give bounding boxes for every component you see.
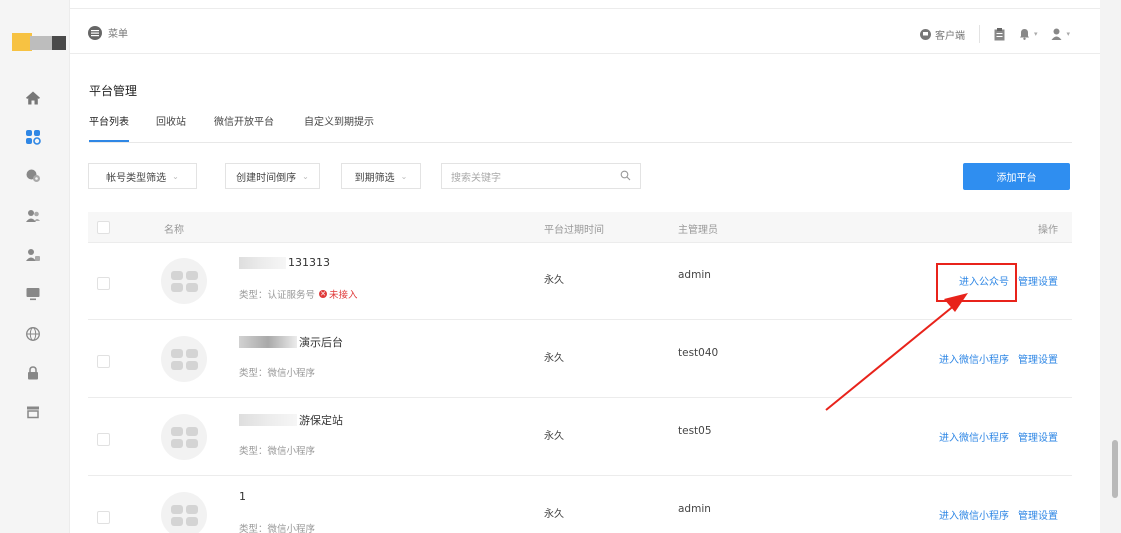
main-admin: test05 [678,425,712,437]
expire-filter-label: 到期筛选 [354,172,395,184]
user-menu-button[interactable]: ▾ [1051,28,1070,40]
expire-time: 永久 [544,275,564,286]
enter-platform-link[interactable]: 进入微信小程序 [939,351,1009,366]
store-icon[interactable] [24,403,42,421]
row-checkbox[interactable] [97,355,110,368]
platform-name: 1 [239,490,246,503]
bell-icon [1019,29,1029,40]
users-icon[interactable] [24,207,42,225]
top-bar: 菜单 客户端 ▾ ▾ [70,8,1100,54]
table-row: 131313 类型：认证服务号 ✕ 未接入 永久 admin 进入公众号 管理设置 [88,243,1072,320]
chevron-down-icon: ⌄ [302,171,309,181]
page-title: 平台管理 [89,84,138,98]
user-icon [1051,28,1062,40]
account-type-filter-label: 帐号类型筛选 [106,172,167,184]
lock-icon[interactable] [24,364,42,382]
row-checkbox[interactable] [97,277,110,290]
tab-platform-list[interactable]: 平台列表 [89,115,129,142]
annotation-highlight-box [936,263,1017,302]
sidebar [0,0,70,533]
chevron-down-icon: ▾ [1033,30,1038,38]
select-all-checkbox[interactable] [97,221,110,234]
expire-time: 永久 [544,353,564,364]
avatar [161,414,207,460]
main-admin: test040 [678,347,719,359]
topbar-actions: 客户端 ▾ ▾ [919,25,1070,43]
main-admin: admin [678,503,711,515]
manage-settings-link[interactable]: 管理设置 [1018,507,1058,522]
tab-recycle-bin[interactable]: 回收站 [156,115,186,142]
search-placeholder: 搜索关键字 [451,172,501,184]
menu-label: 菜单 [108,29,128,40]
enter-platform-link[interactable]: 进入微信小程序 [939,507,1009,522]
platform-type: 类型：微信小程序 [239,524,316,533]
column-ops: 操作 [1038,225,1058,236]
expire-time: 永久 [544,431,564,442]
notification-button[interactable]: ▾ [1019,28,1038,40]
client-icon [919,28,931,40]
home-icon[interactable] [24,89,42,107]
platform-name: 游保定站 [239,412,343,428]
brand-logo [12,33,66,51]
avatar [161,492,207,533]
manage-settings-link[interactable]: 管理设置 [1018,429,1058,444]
row-actions: 进入微信小程序 管理设置 [939,507,1058,522]
user-manage-icon[interactable] [24,246,42,264]
platform-type: 类型：微信小程序 [239,446,316,457]
expire-filter[interactable]: 到期筛选 ⌄ [341,163,421,189]
tab-wechat-open-platform[interactable]: 微信开放平台 [214,115,274,142]
chevron-down-icon: ⌄ [172,171,179,181]
topbar-divider [978,25,980,43]
manage-settings-link[interactable]: 管理设置 [1018,273,1058,288]
scrollbar-thumb[interactable] [1112,440,1118,498]
settings-gear-icon[interactable] [24,166,42,184]
created-time-sort[interactable]: 创建时间倒序 ⌄ [225,163,320,189]
menu-button[interactable]: 菜单 [88,25,128,40]
tab-custom-expiry-notice[interactable]: 自定义到期提示 [304,115,374,142]
table-row: 演示后台 类型：微信小程序 永久 test040 进入微信小程序 管理设置 [88,321,1072,398]
client-link[interactable]: 客户端 [919,27,965,42]
expire-time: 永久 [544,509,564,520]
clipboard-icon [994,27,1005,40]
status-badge: ✕ 未接入 [319,290,358,301]
globe-icon[interactable] [24,325,42,343]
enter-platform-link[interactable]: 进入微信小程序 [939,429,1009,444]
account-type-filter[interactable]: 帐号类型筛选 ⌄ [88,163,197,189]
search-input[interactable]: 搜索关键字 [441,163,641,189]
row-checkbox[interactable] [97,511,110,524]
avatar [161,336,207,382]
table-row: 1 类型：微信小程序 永久 admin 进入微信小程序 管理设置 [88,477,1072,533]
manage-settings-link[interactable]: 管理设置 [1018,351,1058,366]
main-admin: admin [678,269,711,281]
table-row: 游保定站 类型：微信小程序 永久 test05 进入微信小程序 管理设置 [88,399,1072,476]
column-admin: 主管理员 [678,225,718,236]
platform-type: 类型：微信小程序 [239,368,316,379]
client-label: 客户端 [934,30,965,42]
tab-bar: 平台列表 回收站 微信开放平台 自定义到期提示 [89,115,1072,143]
chevron-down-icon: ▾ [1066,30,1070,38]
row-actions: 进入微信小程序 管理设置 [939,429,1058,444]
platform-type: 类型：认证服务号 ✕ 未接入 [239,287,358,301]
platform-name: 演示后台 [239,334,343,350]
column-name: 名称 [164,225,184,236]
clipboard-button[interactable] [994,27,1005,41]
avatar [161,258,207,304]
platform-name: 131313 [239,256,330,269]
monitor-icon[interactable] [24,285,42,303]
row-checkbox[interactable] [97,433,110,446]
apps-icon[interactable] [24,128,42,146]
created-time-sort-label: 创建时间倒序 [236,172,297,184]
menu-icon [88,25,102,40]
table-header: 名称 平台过期时间 主管理员 操作 [88,212,1072,243]
error-icon: ✕ [319,290,328,298]
add-platform-button[interactable]: 添加平台 [963,163,1070,190]
search-icon[interactable] [620,170,631,181]
row-actions: 进入微信小程序 管理设置 [939,351,1058,366]
chevron-down-icon: ⌄ [400,171,408,181]
column-expire: 平台过期时间 [544,225,604,236]
